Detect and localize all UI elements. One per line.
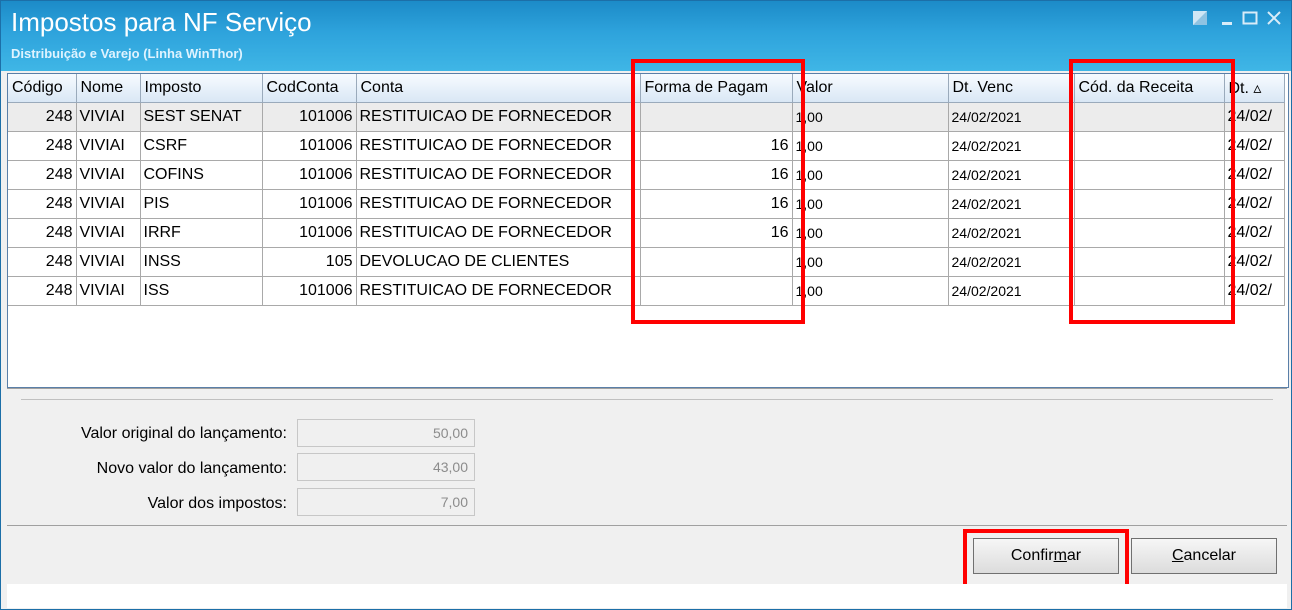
cell-valor: 1,00 [792, 102, 949, 132]
cell-nome: VIVIAI [76, 131, 141, 161]
cell-codconta: 101006 [262, 189, 357, 219]
cell-codigo: 248 [8, 276, 77, 306]
cell-codigo: 248 [8, 131, 77, 161]
cell-nome: VIVIAI [76, 189, 141, 219]
highlight-forma-pagamento [631, 59, 805, 324]
column-header-codconta[interactable]: CodConta [262, 74, 357, 103]
cell-dt-venc: 24/02/2021 [948, 189, 1075, 219]
novo-valor-field: 43,00 [297, 453, 475, 481]
cell-dt-venc: 24/02/2021 [948, 218, 1075, 248]
cell-imposto: INSS [140, 247, 263, 277]
cell-dt-venc: 24/02/2021 [948, 276, 1075, 306]
cell-nome: VIVIAI [76, 102, 141, 132]
column-header-imposto[interactable]: Imposto [140, 74, 263, 103]
cell-codconta: 101006 [262, 218, 357, 248]
maximize-icon[interactable] [1239, 9, 1261, 29]
cell-codigo: 248 [8, 247, 77, 277]
cell-codconta: 101006 [262, 102, 357, 132]
column-header-valor[interactable]: Valor [792, 74, 949, 103]
cell-valor: 1,00 [792, 276, 949, 306]
cell-valor: 1,00 [792, 160, 949, 190]
cell-conta: RESTITUICAO DE FORNECEDOR [356, 160, 641, 190]
novo-valor-label: Novo valor do lançamento: [96, 460, 287, 477]
status-bar [7, 584, 1287, 608]
window-title: Impostos para NF Serviço [11, 7, 312, 37]
cell-imposto: SEST SENAT [140, 102, 263, 132]
impostos-window: Impostos para NF Serviço Distribuição e … [0, 0, 1292, 610]
summary-panel: Valor original do lançamento: 50,00 Novo… [7, 388, 1287, 524]
cancel-label-key: C [1171, 547, 1184, 564]
close-icon[interactable] [1263, 9, 1285, 29]
cell-valor: 1,00 [792, 131, 949, 161]
column-header-conta[interactable]: Conta [356, 74, 641, 103]
cell-codconta: 101006 [262, 160, 357, 190]
cell-conta: RESTITUICAO DE FORNECEDOR [356, 131, 641, 161]
cell-codigo: 248 [8, 218, 77, 248]
restore-icon[interactable] [1189, 9, 1211, 29]
valor-impostos-field: 7,00 [297, 488, 475, 516]
column-header-nome[interactable]: Nome [76, 74, 141, 103]
column-header-dt-venc[interactable]: Dt. Venc [948, 74, 1075, 103]
cell-conta: RESTITUICAO DE FORNECEDOR [356, 189, 641, 219]
valor-original-label: Valor original do lançamento: [80, 425, 287, 442]
valor-original-field: 50,00 [297, 419, 475, 447]
cell-valor: 1,00 [792, 218, 949, 248]
cell-codigo: 248 [8, 160, 77, 190]
cell-codconta: 101006 [262, 276, 357, 306]
cell-nome: VIVIAI [76, 160, 141, 190]
cell-imposto: PIS [140, 189, 263, 219]
minimize-icon[interactable] [1217, 9, 1239, 29]
valor-impostos-label: Valor dos impostos: [147, 495, 287, 512]
cell-valor: 1,00 [792, 189, 949, 219]
cell-dt-venc: 24/02/2021 [948, 247, 1075, 277]
cell-dt-venc: 24/02/2021 [948, 102, 1075, 132]
cell-conta: RESTITUICAO DE FORNECEDOR [356, 102, 641, 132]
cell-imposto: IRRF [140, 218, 263, 248]
highlight-cod-receita [1069, 59, 1235, 324]
cancel-button[interactable]: Cancelar [1131, 538, 1277, 574]
cell-nome: VIVIAI [76, 276, 141, 306]
cell-conta: RESTITUICAO DE FORNECEDOR [356, 276, 641, 306]
cell-nome: VIVIAI [76, 218, 141, 248]
panel-divider [21, 399, 1273, 400]
cell-dt-venc: 24/02/2021 [948, 131, 1075, 161]
cell-nome: VIVIAI [76, 247, 141, 277]
cell-codigo: 248 [8, 102, 77, 132]
cell-dt-venc: 24/02/2021 [948, 160, 1075, 190]
window-subtitle: Distribuição e Varejo (Linha WinThor) [11, 46, 243, 61]
cell-codigo: 248 [8, 189, 77, 219]
cell-conta: RESTITUICAO DE FORNECEDOR [356, 218, 641, 248]
column-header-codigo[interactable]: Código [8, 74, 77, 103]
cell-imposto: COFINS [140, 160, 263, 190]
cell-imposto: ISS [140, 276, 263, 306]
cancel-label-post: ancelar [1183, 547, 1237, 564]
cell-valor: 1,00 [792, 247, 949, 277]
cell-conta: DEVOLUCAO DE CLIENTES [356, 247, 641, 277]
cell-imposto: CSRF [140, 131, 263, 161]
cell-codconta: 101006 [262, 131, 357, 161]
cell-codconta: 105 [262, 247, 357, 277]
